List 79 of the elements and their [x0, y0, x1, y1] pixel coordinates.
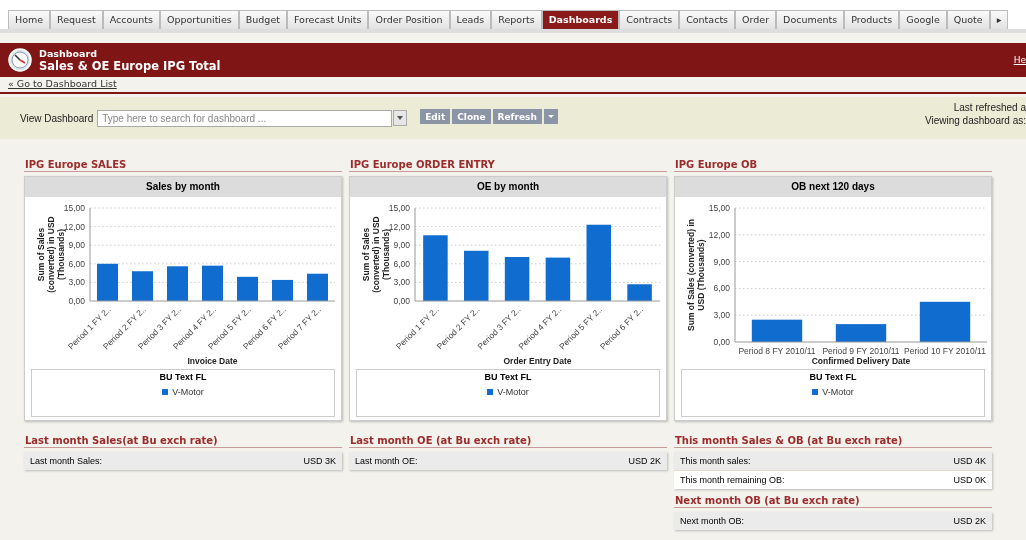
dropdown-icon[interactable]: [393, 110, 408, 126]
nav-tab[interactable]: Contacts: [679, 10, 736, 29]
nav-tab[interactable]: Home: [8, 10, 51, 29]
nav-tab[interactable]: Contracts: [619, 10, 680, 29]
viewing-as-text: Viewing dashboard as:: [925, 114, 1026, 127]
legend-label: V-Motor: [172, 387, 204, 397]
metric-label: This month remaining OB:: [680, 475, 785, 485]
category-label: Period 9 FY 2010/11: [822, 346, 900, 356]
tick-label: 9,00: [68, 240, 85, 251]
tick-label: 15,00: [388, 203, 410, 213]
tick-label: 9,00: [393, 240, 410, 251]
dashboard-search-field[interactable]: Type here to search for dashboard ...: [97, 109, 393, 127]
tick-label: 6,00: [713, 283, 730, 294]
chart-title: OB next 120 days: [675, 177, 991, 197]
x-axis-title: Confirmed Delivery Date: [811, 356, 911, 366]
metric-label: Next month OB:: [680, 516, 745, 526]
tick-label: 9,00: [713, 256, 730, 267]
nav-tab[interactable]: Documents: [776, 10, 845, 29]
tick-label: 3,00: [68, 277, 85, 288]
nav-tab[interactable]: Products: [844, 10, 900, 29]
nav-tab[interactable]: Opportunities: [159, 10, 239, 29]
x-axis-title: Invoice Date: [187, 356, 238, 366]
y-axis-title: Sum of Sales (converted) in USD (Thousands): [686, 219, 706, 331]
tick-label: 0,00: [713, 337, 730, 347]
nav-tab[interactable]: Order Position: [368, 10, 450, 29]
nav-tab[interactable]: Accounts: [102, 10, 160, 29]
nav-tab[interactable]: Request: [50, 10, 103, 29]
tick-label: 15,00: [63, 203, 85, 213]
metric-value: USD 2K: [953, 516, 986, 526]
nav-tab[interactable]: Order: [735, 10, 777, 29]
gauge-icon: [8, 48, 32, 72]
tick-label: 3,00: [393, 277, 410, 288]
page-type-label: Dashboard: [39, 47, 98, 59]
section-title: IPG Europe SALES: [24, 159, 342, 172]
chart-title: Sales by month: [25, 177, 341, 197]
section-title: Last month Sales(at Bu exch rate): [24, 435, 342, 448]
metric-value: USD 0K: [953, 475, 986, 485]
chart-title: OE by month: [350, 177, 666, 197]
section-title: IPG Europe ORDER ENTRY: [349, 159, 667, 172]
nav-tab[interactable]: Quote: [946, 10, 990, 29]
metric-label: Last month OE:: [355, 456, 418, 466]
legend-title: BU Text FL: [484, 372, 532, 382]
tick-label: 12,00: [708, 229, 730, 240]
section-title: Next month OB (at Bu exch rate): [674, 495, 992, 508]
section-title: IPG Europe OB: [674, 159, 992, 172]
nav-tab[interactable]: Forecast Units: [286, 10, 369, 29]
nav-tab[interactable]: Google: [899, 10, 947, 29]
x-axis-title: Order Entry Date: [503, 356, 572, 366]
tick-label: 0,00: [68, 296, 85, 306]
help-link[interactable]: He: [1013, 55, 1026, 65]
section-title: Last month OE (at Bu exch rate): [349, 435, 667, 448]
nav-tab[interactable]: Reports: [491, 10, 542, 29]
metric-label: This month sales:: [680, 456, 751, 466]
tick-label: 3,00: [713, 310, 730, 321]
category-label: Period 8 FY 2010/11: [738, 346, 816, 356]
metric-value: USD 3K: [303, 456, 336, 466]
caret-icon[interactable]: [543, 109, 558, 124]
view-dashboard-label: View Dashboard: [20, 112, 94, 124]
tick-label: 6,00: [393, 258, 410, 269]
tick-label: 6,00: [68, 258, 85, 269]
nav-tab[interactable]: Dashboards: [541, 10, 620, 29]
section-title: This month Sales & OB (at Bu exch rate): [674, 435, 992, 448]
legend-label: V-Motor: [822, 387, 854, 397]
metric-label: Last month Sales:: [30, 456, 103, 466]
back-link[interactable]: « Go to Dashboard List: [0, 77, 1026, 90]
nav-tab[interactable]: Leads: [449, 10, 492, 29]
tick-label: 15,00: [708, 203, 730, 213]
last-refreshed-text: Last refreshed a: [953, 101, 1026, 114]
metric-value: USD 4K: [953, 456, 986, 466]
tick-label: 0,00: [393, 296, 410, 306]
category-label: Period 10 FY 2010/11: [904, 346, 986, 356]
dashboard-title: Sales & OE Europe IPG Total: [39, 58, 221, 73]
y-axis-title: Sum of Sales (converted) in USD (Thousands): [361, 216, 391, 293]
legend-label: V-Motor: [497, 387, 529, 397]
legend-title: BU Text FL: [809, 372, 857, 382]
legend-title: BU Text FL: [159, 372, 207, 382]
y-axis-title: Sum of Sales (converted) in USD (Thousands): [36, 216, 66, 293]
nav-tab[interactable]: Budget: [238, 10, 287, 29]
metric-value: USD 2K: [628, 456, 661, 466]
